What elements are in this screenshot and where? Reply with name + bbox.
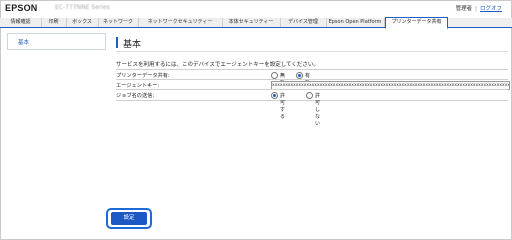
tab-epson-open-platform[interactable]: Epson Open Platform bbox=[326, 18, 385, 27]
tab-printer-data-sharing[interactable]: プリンターデータ共有 bbox=[385, 17, 448, 29]
radio-allow[interactable] bbox=[271, 92, 278, 99]
sidebar: 基本 bbox=[7, 33, 106, 50]
sidebar-item-basic[interactable]: 基本 bbox=[18, 38, 29, 46]
user-menu: 管理者 | ログオフ bbox=[456, 4, 502, 12]
model-name: EC-777NNE Series bbox=[55, 4, 110, 11]
title-divider bbox=[116, 51, 508, 52]
title-accent-bar bbox=[116, 37, 118, 48]
radio-enabled[interactable] bbox=[296, 72, 303, 79]
main-tab-bar: 情報確認 印刷 ボックス ネットワーク ネットワークセキュリティー 本体セキュリ… bbox=[0, 17, 512, 29]
top-bar: EPSON EC-777NNE Series 管理者 | ログオフ bbox=[0, 0, 512, 18]
set-button[interactable]: 設定 bbox=[111, 212, 147, 225]
tab-network-security[interactable]: ネットワークセキュリティー bbox=[138, 18, 223, 27]
page-description: サービスを利用するには、このデバイスでエージェントキーを設定してください。 bbox=[116, 62, 319, 68]
page-title: 基本 bbox=[123, 40, 142, 50]
radio-deny-label: 許可しない bbox=[315, 93, 321, 127]
tab-network[interactable]: ネットワーク bbox=[98, 18, 139, 27]
tab-status[interactable]: 情報確認 bbox=[0, 18, 42, 27]
epson-logo: EPSON bbox=[5, 3, 38, 13]
admin-label: 管理者 bbox=[455, 6, 473, 12]
tab-device-management[interactable]: デバイス管理 bbox=[280, 18, 327, 27]
tab-device-security[interactable]: 本体セキュリティー bbox=[222, 18, 281, 27]
tab-box[interactable]: ボックス bbox=[66, 18, 99, 27]
radio-allow-label: 許可する bbox=[280, 93, 286, 120]
radio-disabled[interactable] bbox=[271, 72, 278, 79]
agent-key-label: エージェントキー: bbox=[116, 83, 160, 89]
job-name-label: ジョブ名の送信: bbox=[116, 93, 155, 99]
job-name-row: ジョブ名の送信: 許可する 許可しない bbox=[116, 89, 508, 127]
printer-data-sharing-label: プリンターデータ共有: bbox=[116, 73, 170, 79]
header-separator: | bbox=[475, 6, 477, 12]
radio-deny[interactable] bbox=[306, 92, 313, 99]
logout-link[interactable]: ログオフ bbox=[480, 6, 502, 12]
tab-print[interactable]: 印刷 bbox=[41, 18, 67, 27]
